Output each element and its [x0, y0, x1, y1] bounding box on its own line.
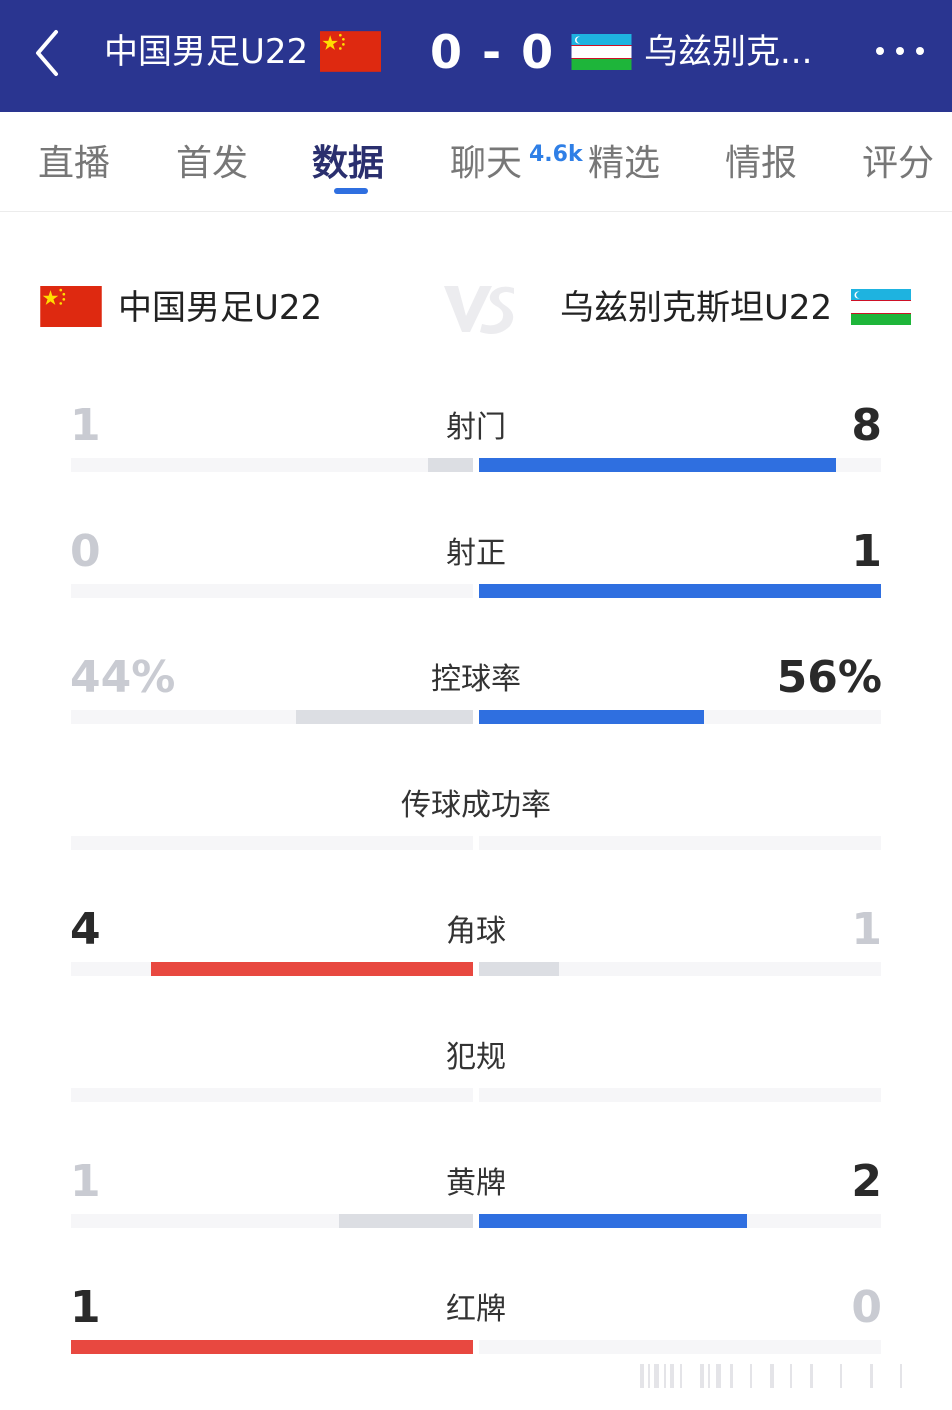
active-tab-indicator [334, 188, 368, 194]
tab-lineup[interactable]: 首发 [176, 142, 248, 186]
vs-icon [444, 286, 514, 334]
match-score: 0 - 0 [430, 25, 556, 79]
home-bar-track [71, 1088, 473, 1102]
tab-chat[interactable]: 聊天 [450, 142, 522, 186]
away-team-name[interactable]: 乌兹别克... [644, 30, 812, 74]
uzbekistan-flag-icon [571, 34, 632, 70]
away-bar-track [479, 836, 881, 850]
tab-ratings[interactable]: 评分 [862, 142, 934, 186]
stat-away-value: 8 [851, 400, 882, 451]
tab-live[interactable]: 直播 [38, 142, 110, 186]
home-bar-track [71, 1340, 473, 1354]
tab-stats[interactable]: 数据 [312, 142, 384, 186]
tab-highlights[interactable]: 精选 [588, 142, 660, 186]
stat-label: 射门 [446, 410, 506, 445]
stat-label: 传球成功率 [401, 788, 551, 823]
home-bar-track [71, 962, 473, 976]
away-bar-track [479, 710, 881, 724]
stat-away-value: 56% [776, 652, 882, 703]
stat-row: 4 角球 1 [0, 904, 952, 1004]
stat-label: 角球 [446, 914, 506, 949]
china-flag-icon [320, 31, 381, 72]
stat-away-value: 1 [851, 526, 882, 577]
tab-intel[interactable]: 情报 [725, 142, 797, 186]
stat-row: 犯规 [0, 1030, 952, 1130]
home-bar-track [71, 710, 473, 724]
away-bar-track [479, 1088, 881, 1102]
stat-label: 射正 [446, 536, 506, 571]
home-team-label: 中国男足U22 [118, 288, 323, 328]
stat-row: 1 射门 8 [0, 400, 952, 500]
home-bar [339, 1214, 473, 1228]
home-team-name[interactable]: 中国男足U22 [104, 30, 308, 74]
away-bar [479, 1214, 747, 1228]
away-team-label: 乌兹别克斯坦U22 [560, 288, 833, 328]
teams-row: 中国男足U22 乌兹别克斯坦U22 [0, 260, 952, 350]
tab-bar: 直播 首发 数据 聊天 精选 情报 评分 [0, 112, 952, 212]
stat-label: 黄牌 [446, 1166, 506, 1201]
home-bar [428, 458, 473, 472]
match-header: 中国男足U22 0 - 0 乌兹别克... [0, 0, 952, 112]
stat-away-value: 0 [851, 1282, 882, 1333]
home-bar-track [71, 458, 473, 472]
away-bar [479, 962, 559, 976]
away-bar-track [479, 1214, 881, 1228]
home-bar-track [71, 584, 473, 598]
back-arrow-icon[interactable] [30, 28, 70, 78]
home-bar-track [71, 1214, 473, 1228]
away-bar-track [479, 458, 881, 472]
away-bar [479, 458, 836, 472]
stat-label: 犯规 [446, 1040, 506, 1075]
chat-count-badge: 4.6k [529, 142, 583, 167]
stat-row: 44% 控球率 56% [0, 652, 952, 752]
stat-row: 传球成功率 [0, 778, 952, 878]
away-bar-track [479, 1340, 881, 1354]
home-bar [151, 962, 473, 976]
china-flag-icon [40, 286, 102, 327]
home-bar [71, 1340, 473, 1354]
uzbekistan-flag-icon [851, 289, 911, 325]
stat-label: 红牌 [446, 1292, 506, 1327]
stat-row: 0 射正 1 [0, 526, 952, 626]
stat-away-value: 2 [851, 1156, 882, 1207]
stat-row: 1 黄牌 2 [0, 1156, 952, 1256]
stat-away-value: 1 [851, 904, 882, 955]
away-bar-track [479, 584, 881, 598]
away-bar [479, 710, 704, 724]
away-bar [479, 584, 881, 598]
watermark-barcode-icon [640, 1364, 902, 1388]
home-bar-track [71, 836, 473, 850]
away-bar-track [479, 962, 881, 976]
home-bar [296, 710, 473, 724]
more-options-icon[interactable] [870, 34, 930, 68]
